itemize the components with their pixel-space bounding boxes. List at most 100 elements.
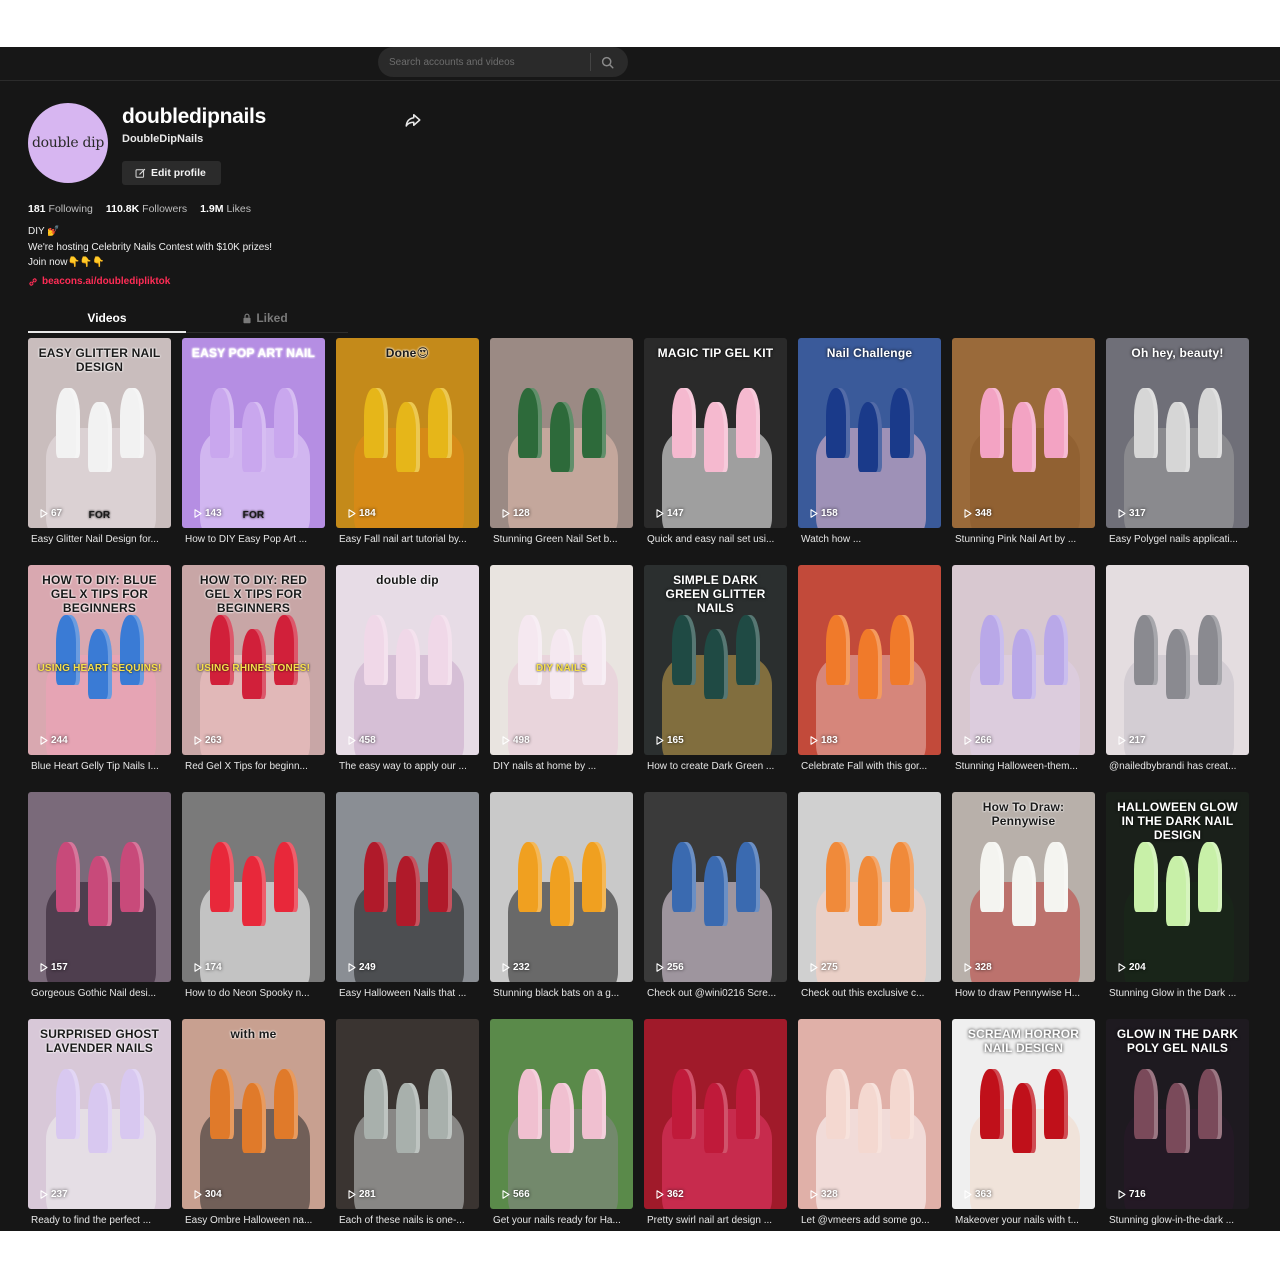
video-caption[interactable]: How to create Dark Green ...	[647, 761, 787, 772]
video-thumbnail[interactable]: DIY NAILS 498	[490, 565, 633, 755]
video-caption[interactable]: Blue Heart Gelly Tip Nails I...	[31, 761, 171, 772]
video-card[interactable]: 157 Gorgeous Gothic Nail desi...	[28, 792, 171, 1015]
video-thumbnail[interactable]: SCREAM HORROR NAIL DESIGN 363	[952, 1019, 1095, 1209]
video-thumbnail[interactable]: double dip 458	[336, 565, 479, 755]
video-thumbnail[interactable]: 275	[798, 792, 941, 982]
video-thumbnail[interactable]: MAGIC TIP GEL KIT 147	[644, 338, 787, 528]
video-caption[interactable]: Stunning Halloween-them...	[955, 761, 1095, 772]
video-thumbnail[interactable]: with me 304	[182, 1019, 325, 1209]
video-thumbnail[interactable]: 566	[490, 1019, 633, 1209]
video-thumbnail[interactable]: SIMPLE DARK GREEN GLITTER NAILS 165	[644, 565, 787, 755]
video-card[interactable]: SIMPLE DARK GREEN GLITTER NAILS 165 How to…	[644, 565, 787, 788]
video-card[interactable]: 328 Let @vmeers add some go...	[798, 1019, 941, 1242]
video-card[interactable]: 249 Easy Halloween Nails that ...	[336, 792, 479, 1015]
video-caption[interactable]: Easy Glitter Nail Design for...	[31, 534, 171, 545]
video-thumbnail[interactable]: 281	[336, 1019, 479, 1209]
video-caption[interactable]: Quick and easy nail set usi...	[647, 534, 787, 545]
video-caption[interactable]: Red Gel X Tips for beginn...	[185, 761, 325, 772]
video-card[interactable]: GLOW IN THE DARK POLY GEL NAILS 716 Stunni…	[1106, 1019, 1249, 1242]
video-thumbnail[interactable]: 266	[952, 565, 1095, 755]
video-card[interactable]: EASY GLITTER NAIL DESIGN FOR 67 Easy Glitte…	[28, 338, 171, 561]
video-thumbnail[interactable]: 217	[1106, 565, 1249, 755]
video-card[interactable]: 232 Stunning black bats on a g...	[490, 792, 633, 1015]
video-thumbnail[interactable]: 256	[644, 792, 787, 982]
video-card[interactable]: 217 @nailedbybrandi has creat...	[1106, 565, 1249, 788]
video-caption[interactable]: Let @vmeers add some go...	[801, 1215, 941, 1226]
video-caption[interactable]: How to DIY Easy Pop Art ...	[185, 534, 325, 545]
video-caption[interactable]: Get your nails ready for Ha...	[493, 1215, 633, 1226]
video-card[interactable]: Oh hey, beauty! 317 Easy Polygel nails app…	[1106, 338, 1249, 561]
search-button[interactable]	[596, 52, 618, 72]
video-card[interactable]: 256 Check out @wini0216 Scre...	[644, 792, 787, 1015]
video-thumbnail[interactable]: 348	[952, 338, 1095, 528]
video-caption[interactable]: Stunning glow-in-the-dark ...	[1109, 1215, 1249, 1226]
video-card[interactable]: 348 Stunning Pink Nail Art by ...	[952, 338, 1095, 561]
video-caption[interactable]: The easy way to apply our ...	[339, 761, 479, 772]
video-caption[interactable]: @nailedbybrandi has creat...	[1109, 761, 1249, 772]
video-caption[interactable]: Gorgeous Gothic Nail desi...	[31, 988, 171, 999]
video-thumbnail[interactable]: SURPRISED GHOST LAVENDER NAILS 237	[28, 1019, 171, 1209]
video-thumbnail[interactable]: EASY POP ART NAIL FOR 143	[182, 338, 325, 528]
tab-videos[interactable]: Videos	[28, 311, 186, 325]
video-card[interactable]: How To Draw: Pennywise 328 How to draw Pen…	[952, 792, 1095, 1015]
video-thumbnail[interactable]: 328	[798, 1019, 941, 1209]
video-caption[interactable]: Easy Fall nail art tutorial by...	[339, 534, 479, 545]
video-thumbnail[interactable]: 249	[336, 792, 479, 982]
video-card[interactable]: 128 Stunning Green Nail Set b...	[490, 338, 633, 561]
video-thumbnail[interactable]: 157	[28, 792, 171, 982]
bio-link[interactable]: beacons.ai/doubledipliktok	[28, 276, 170, 287]
video-thumbnail[interactable]: Nail Challenge 158	[798, 338, 941, 528]
video-caption[interactable]: Pretty swirl nail art design ...	[647, 1215, 787, 1226]
video-thumbnail[interactable]: 128	[490, 338, 633, 528]
video-card[interactable]: SCREAM HORROR NAIL DESIGN 363 Makeover you…	[952, 1019, 1095, 1242]
video-card[interactable]: EASY POP ART NAIL FOR 143 How to DIY Easy P…	[182, 338, 325, 561]
video-caption[interactable]: Celebrate Fall with this gor...	[801, 761, 941, 772]
video-thumbnail[interactable]: GLOW IN THE DARK POLY GEL NAILS 716	[1106, 1019, 1249, 1209]
video-thumbnail[interactable]: Done😍 184	[336, 338, 479, 528]
video-card[interactable]: DIY NAILS 498 DIY nails at home by ...	[490, 565, 633, 788]
video-card[interactable]: Nail Challenge 158 Watch how ...	[798, 338, 941, 561]
search-input[interactable]	[389, 54, 587, 70]
followers-stat[interactable]: 110.8K Followers	[106, 203, 187, 215]
video-caption[interactable]: Makeover your nails with t...	[955, 1215, 1095, 1226]
video-caption[interactable]: Easy Ombre Halloween na...	[185, 1215, 325, 1226]
video-caption[interactable]: Each of these nails is one-...	[339, 1215, 479, 1226]
video-thumbnail[interactable]: HOW TO DIY: RED GEL X TIPS FOR BEGINNERS…	[182, 565, 325, 755]
video-thumbnail[interactable]: 362	[644, 1019, 787, 1209]
video-caption[interactable]: Stunning Green Nail Set b...	[493, 534, 633, 545]
video-card[interactable]: 281 Each of these nails is one-...	[336, 1019, 479, 1242]
video-caption[interactable]: Easy Polygel nails applicati...	[1109, 534, 1249, 545]
video-card[interactable]: HOW TO DIY: RED GEL X TIPS FOR BEGINNERS…	[182, 565, 325, 788]
video-thumbnail[interactable]: 232	[490, 792, 633, 982]
video-card[interactable]: 275 Check out this exclusive c...	[798, 792, 941, 1015]
video-caption[interactable]: Ready to find the perfect ...	[31, 1215, 171, 1226]
tab-liked[interactable]: Liked	[186, 311, 344, 325]
video-card[interactable]: 174 How to do Neon Spooky n...	[182, 792, 325, 1015]
video-card[interactable]: 266 Stunning Halloween-them...	[952, 565, 1095, 788]
video-caption[interactable]: Stunning black bats on a g...	[493, 988, 633, 999]
video-caption[interactable]: DIY nails at home by ...	[493, 761, 633, 772]
video-card[interactable]: 566 Get your nails ready for Ha...	[490, 1019, 633, 1242]
video-card[interactable]: with me 304 Easy Ombre Halloween na...	[182, 1019, 325, 1242]
video-card[interactable]: Done😍 184 Easy Fall nail art tutorial by..…	[336, 338, 479, 561]
video-caption[interactable]: Stunning Pink Nail Art by ...	[955, 534, 1095, 545]
following-stat[interactable]: 181 Following	[28, 203, 93, 215]
video-card[interactable]: double dip 458 The easy way to apply our .…	[336, 565, 479, 788]
video-card[interactable]: 183 Celebrate Fall with this gor...	[798, 565, 941, 788]
video-card[interactable]: 362 Pretty swirl nail art design ...	[644, 1019, 787, 1242]
video-card[interactable]: HOW TO DIY: BLUE GEL X TIPS FOR BEGINNER…	[28, 565, 171, 788]
video-thumbnail[interactable]: 174	[182, 792, 325, 982]
video-thumbnail[interactable]: How To Draw: Pennywise 328	[952, 792, 1095, 982]
video-thumbnail[interactable]: 183	[798, 565, 941, 755]
video-caption[interactable]: Stunning Glow in the Dark ...	[1109, 988, 1249, 999]
video-caption[interactable]: Easy Halloween Nails that ...	[339, 988, 479, 999]
video-caption[interactable]: How to draw Pennywise H...	[955, 988, 1095, 999]
edit-profile-button[interactable]: Edit profile	[122, 161, 221, 185]
avatar[interactable]: double dip	[28, 103, 108, 183]
video-caption[interactable]: How to do Neon Spooky n...	[185, 988, 325, 999]
share-button[interactable]	[404, 111, 424, 131]
video-thumbnail[interactable]: HOW TO DIY: BLUE GEL X TIPS FOR BEGINNER…	[28, 565, 171, 755]
video-caption[interactable]: Check out this exclusive c...	[801, 988, 941, 999]
video-card[interactable]: MAGIC TIP GEL KIT 147 Quick and easy nail …	[644, 338, 787, 561]
video-thumbnail[interactable]: EASY GLITTER NAIL DESIGN FOR 67	[28, 338, 171, 528]
